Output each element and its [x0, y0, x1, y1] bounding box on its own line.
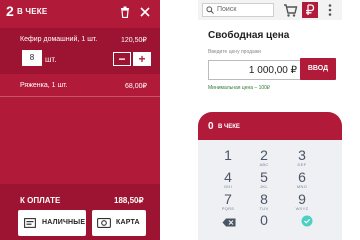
total-label: К ОПЛАТЕ: [20, 196, 61, 205]
quantity-decrease-button[interactable]: −: [113, 52, 131, 66]
pay-cash-label: НАЛИЧНЫЕ: [42, 219, 86, 226]
price-value: 1 000,00 ₽: [248, 65, 297, 76]
key-0[interactable]: 0: [244, 213, 284, 227]
min-price-hint: Минимальная цена – 100₽: [208, 85, 271, 91]
receipt-count: 2: [6, 3, 14, 19]
search-placeholder: Поиск: [217, 6, 237, 13]
divider: [0, 96, 160, 97]
backspace-icon[interactable]: [222, 218, 236, 227]
key-8[interactable]: 8 TUV: [244, 192, 284, 211]
key-2[interactable]: 2 ABC: [244, 148, 284, 167]
quantity-input[interactable]: 8: [22, 50, 42, 66]
cart-icon[interactable]: [282, 2, 298, 18]
receipt-count: 0: [208, 121, 214, 132]
item-name[interactable]: Ряженка, 1 шт.: [20, 82, 68, 89]
trash-icon[interactable]: [120, 6, 130, 18]
top-bar: Поиск: [198, 0, 342, 20]
receipt-screen: 2 В ЧЕКЕ Кефир домашний, 1 шт. 120,50₽ 8…: [0, 0, 160, 240]
total-value: 188,50₽: [114, 196, 144, 205]
more-icon[interactable]: [322, 2, 338, 18]
search-input[interactable]: Поиск: [202, 3, 274, 17]
receipt-header: 2 В ЧЕКЕ: [0, 0, 160, 24]
pay-cash-button[interactable]: НАЛИЧНЫЕ: [18, 210, 86, 236]
camera-card-icon: [97, 218, 111, 228]
search-icon: [206, 6, 214, 14]
key-3[interactable]: 3 DEF: [282, 148, 322, 167]
pay-card-button[interactable]: КАРТА: [92, 210, 146, 236]
key-9[interactable]: 9 WXYZ: [282, 192, 322, 211]
item-name: Кефир домашний, 1 шт.: [20, 36, 98, 43]
receipt-title: В ЧЕКЕ: [17, 7, 48, 16]
quantity-increase-button[interactable]: +: [133, 52, 151, 66]
ruble-icon[interactable]: [302, 2, 318, 18]
key-6[interactable]: 6 MNO: [282, 170, 322, 189]
numeric-keypad: 1 2 ABC 3 DEF 4 GHI 5 JKL 6 MNO 7 PQRS 8 TUV 9W…: [198, 140, 342, 240]
enter-button[interactable]: ВВОД: [300, 58, 336, 80]
pay-card-label: КАРТА: [116, 219, 140, 226]
confirm-icon[interactable]: [301, 215, 313, 227]
free-price-screen: Поиск Свободная цена Введите цену продаж…: [198, 0, 342, 240]
receipt-title: В ЧЕКЕ: [218, 124, 240, 130]
key-7[interactable]: 7 PQRS: [208, 192, 248, 211]
price-input-label: Введите цену продажи: [208, 49, 261, 55]
item-price: 120,50₽: [121, 37, 147, 44]
receipt-bar[interactable]: 0 В ЧЕКЕ: [198, 112, 342, 142]
price-input[interactable]: 1 000,00 ₽: [208, 60, 304, 80]
key-1[interactable]: 1: [208, 148, 248, 162]
key-4[interactable]: 4 GHI: [208, 170, 248, 189]
item-price: 68,00₽: [125, 83, 147, 90]
cash-icon: [24, 218, 36, 228]
quantity-unit: шт.: [45, 55, 57, 64]
page-title: Свободная цена: [208, 30, 290, 41]
key-5[interactable]: 5 JKL: [244, 170, 284, 189]
close-icon[interactable]: [140, 7, 150, 17]
